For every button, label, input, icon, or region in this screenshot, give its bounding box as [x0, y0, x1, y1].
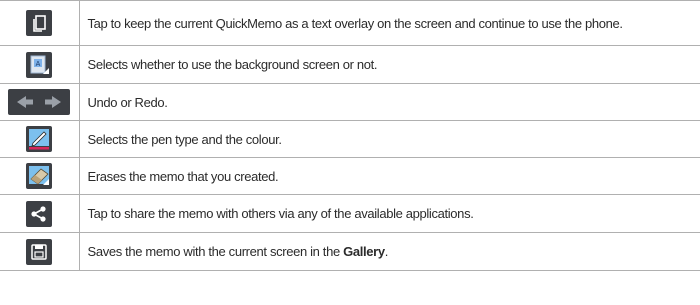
- row-description: Tap to keep the current QuickMemo as a t…: [79, 0, 700, 46]
- row-description: Erases the memo that you created.: [79, 157, 700, 195]
- icon-cell: [0, 0, 80, 46]
- table-row: Selects the pen type and the colour.: [0, 120, 700, 158]
- background-toggle-icon: A: [26, 51, 53, 78]
- table-row: Undo or Redo.: [0, 83, 700, 121]
- icon-cell: A: [0, 45, 80, 84]
- icon-cell: [0, 83, 80, 121]
- table-row: A Selects whether to use the background …: [0, 45, 700, 84]
- eraser-icon: [26, 163, 53, 189]
- row-description: Undo or Redo.: [79, 83, 700, 121]
- row-description: Saves the memo with the current screen i…: [79, 232, 700, 271]
- quickmemo-options-table: Tap to keep the current QuickMemo as a t…: [0, 0, 700, 271]
- icon-cell: [0, 157, 80, 195]
- icon-cell: [0, 120, 80, 158]
- icon-cell: [0, 232, 80, 271]
- save-icon: [26, 238, 53, 265]
- table-row: Saves the memo with the current screen i…: [0, 232, 700, 271]
- share-icon: [26, 200, 53, 227]
- gallery-label: Gallery: [343, 244, 385, 259]
- icon-cell: [0, 194, 80, 233]
- table-row: Tap to keep the current QuickMemo as a t…: [0, 0, 700, 46]
- svg-text:A: A: [36, 61, 41, 68]
- row-description: Selects whether to use the background sc…: [79, 45, 700, 84]
- save-text-after: .: [384, 244, 389, 259]
- row-description: Selects the pen type and the colour.: [79, 120, 700, 158]
- save-text-before: Saves the memo with the current screen i…: [87, 244, 344, 259]
- table-row: Erases the memo that you created.: [0, 157, 700, 195]
- undo-redo-icon: [8, 89, 71, 115]
- row-description: Tap to share the memo with others via an…: [79, 194, 700, 233]
- table-row: Tap to share the memo with others via an…: [0, 194, 700, 233]
- pen-icon: [26, 126, 53, 152]
- overlay-icon: [26, 10, 53, 36]
